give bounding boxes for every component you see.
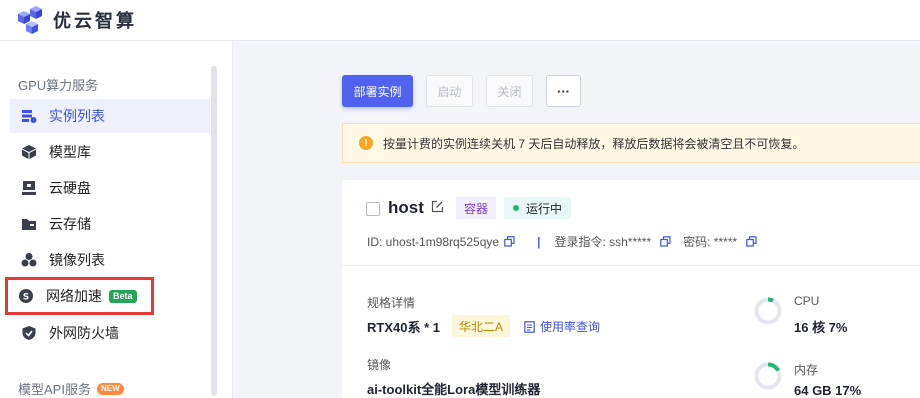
beta-badge: Beta [109, 289, 137, 303]
cpu-usage-ring [754, 297, 782, 325]
sidebar-item-label: 模型库 [49, 144, 91, 160]
sidebar-item-label: 实例列表 [49, 108, 105, 124]
copy-id-icon[interactable] [504, 236, 515, 247]
sidebar-item-firewall[interactable]: 外网防火墙 [10, 316, 210, 350]
sidebar-item-cloud-storage[interactable]: 云存储 [10, 207, 210, 241]
spec-label: 规格详情 [367, 296, 416, 310]
sidebar-item-label: 网络加速 [46, 288, 102, 304]
cpu-value: 16 核 7% [794, 320, 848, 335]
deploy-instance-button[interactable]: 部署实例 [342, 75, 413, 107]
image-list-icon [21, 252, 37, 268]
stop-button[interactable]: 关闭 [486, 75, 533, 107]
brand-name: 优云智算 [53, 11, 137, 31]
start-button[interactable]: 启动 [426, 75, 473, 107]
memory-value: 64 GB 17% [794, 383, 862, 398]
section-gpu-title: GPU算力服务 [18, 78, 99, 93]
sidebar-item-network-acceleration[interactable]: S 网络加速 Beta [5, 277, 154, 315]
info-separator: | [537, 234, 541, 249]
region-tag: 华北二A [452, 315, 511, 337]
svg-text:S: S [23, 293, 29, 303]
image-value: ai-toolkit全能Lora模型训练器 [367, 382, 541, 397]
sidebar-item-label: 外网防火墙 [49, 325, 119, 341]
instance-name: host [388, 198, 424, 217]
warning-icon: ! [359, 136, 373, 150]
network-accel-icon: S [18, 288, 34, 304]
sidebar-item-image-list[interactable]: 镜像列表 [10, 243, 210, 277]
more-actions-button[interactable]: ··· [546, 75, 581, 107]
password: 密码: ***** [683, 235, 738, 249]
model-box-icon [21, 144, 37, 160]
release-notice: ! 按量计费的实例连续关机 7 天后自动释放，释放后数据将会被清空且不可恢复。 [342, 123, 920, 163]
top-header: 优云智算 [0, 0, 920, 41]
sidebar-item-label: 云存储 [49, 216, 91, 232]
cube-logo-icon[interactable] [14, 5, 44, 35]
folder-icon [21, 216, 37, 232]
usage-query-link[interactable]: 使用率查询 [524, 318, 600, 335]
image-label: 镜像 [367, 358, 392, 372]
instance-id: ID: uhost-1m98rq525qye [367, 234, 500, 249]
shield-icon [21, 325, 37, 341]
status-badge: 运行中 [504, 197, 572, 219]
edit-name-icon[interactable] [431, 200, 444, 218]
copy-password-icon[interactable] [746, 236, 757, 247]
instances-icon [21, 108, 37, 124]
instance-card: host 容器 运行中 ID: uhost-1m98rq525qye | 登录指… [342, 180, 920, 398]
sidebar-item-label: 云硬盘 [49, 180, 91, 196]
document-icon [524, 320, 535, 333]
instance-card-header: host 容器 运行中 ID: uhost-1m98rq525qye | 登录指… [342, 180, 920, 266]
cloud-disk-icon [21, 180, 37, 196]
cpu-label: CPU [794, 294, 820, 308]
running-dot-icon [513, 205, 519, 211]
sidebar: GPU算力服务 实例列表 模型库 云硬盘 云存储 镜像列表 S 网络加速 Bet… [0, 41, 233, 398]
memory-label: 内存 [794, 363, 819, 377]
sidebar-item-label: 镜像列表 [49, 252, 105, 268]
notice-text: 按量计费的实例连续关机 7 天后自动释放，释放后数据将会被清空且不可恢复。 [383, 136, 805, 151]
container-tag: 容器 [456, 197, 497, 219]
instance-info-row: ID: uhost-1m98rq525qye | 登录指令: ssh***** … [367, 233, 757, 250]
sidebar-item-model-library[interactable]: 模型库 [10, 135, 210, 169]
main-content: 部署实例 启动 关闭 ··· ! 按量计费的实例连续关机 7 天后自动释放，释放… [234, 41, 920, 398]
login-command: 登录指令: ssh***** [554, 235, 652, 249]
section-model-api-title: 模型API服务 NEW [18, 379, 124, 398]
sidebar-item-instances[interactable]: 实例列表 [10, 99, 210, 133]
memory-usage-ring [754, 362, 782, 390]
spec-value: RTX40系 * 1 [367, 320, 440, 335]
instance-checkbox[interactable] [366, 202, 380, 216]
sidebar-item-cloud-disk[interactable]: 云硬盘 [10, 171, 210, 205]
new-badge: NEW [96, 382, 124, 395]
copy-login-icon[interactable] [660, 236, 671, 247]
sidebar-scrollbar[interactable] [211, 66, 217, 396]
